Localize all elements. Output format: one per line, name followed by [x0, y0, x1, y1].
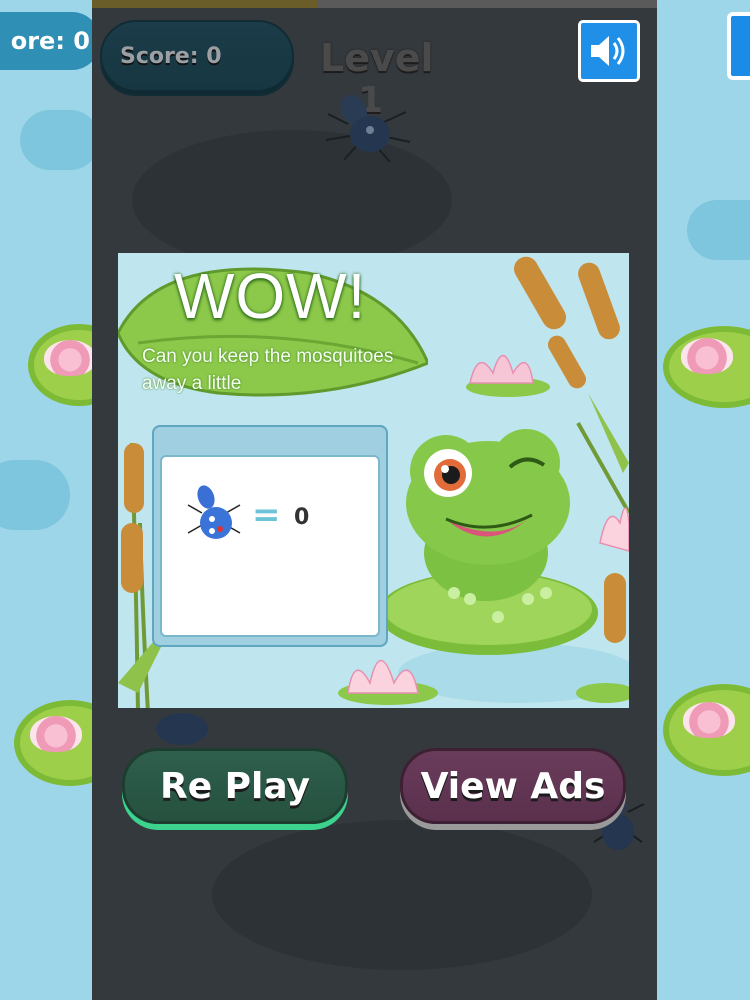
score-label: Score: 0	[120, 44, 222, 69]
kill-count-board: = 0	[152, 425, 388, 647]
level-progress-fill	[92, 0, 318, 8]
water-ripple	[687, 200, 750, 260]
background-speaker-icon	[727, 12, 750, 80]
dialog-title: WOW!	[174, 260, 367, 332]
lotus-flower	[44, 340, 92, 376]
replay-button[interactable]: Re Play	[122, 748, 348, 824]
lotus-flower	[683, 702, 735, 738]
equals-sign: =	[252, 495, 281, 535]
results-dialog: WOW! Can you keep the mosquitoes away a …	[118, 253, 629, 708]
score-display: Score: 0	[100, 20, 294, 96]
background-right-pane	[657, 0, 750, 1000]
level-progress-bar	[92, 0, 657, 8]
mosquito-icon	[156, 713, 208, 745]
view-ads-button[interactable]: View Ads	[400, 748, 626, 824]
background-score-pill: ore: 0	[0, 12, 92, 70]
lotus-flower	[30, 716, 82, 752]
water-ripple	[20, 110, 92, 170]
kill-count-card: = 0	[160, 455, 380, 637]
game-area: Score: 0 Level 1 WOW! Can you keep the m…	[92, 0, 657, 1000]
sound-toggle-button[interactable]	[578, 20, 640, 82]
level-title: Level	[320, 36, 434, 80]
kill-count-value: 0	[294, 505, 310, 530]
lotus-flower	[681, 338, 733, 374]
water-ripple	[0, 460, 70, 530]
mosquito-icon[interactable]	[318, 84, 418, 168]
mosquito-icon	[187, 485, 241, 539]
dialog-message: Can you keep the mosquitoes away a littl…	[142, 346, 394, 394]
lotus-flower	[599, 507, 629, 552]
background-shadow	[212, 820, 592, 970]
lotus-flower	[469, 354, 534, 384]
background-left-pane: ore: 0	[0, 0, 92, 1000]
speaker-icon	[591, 36, 625, 66]
